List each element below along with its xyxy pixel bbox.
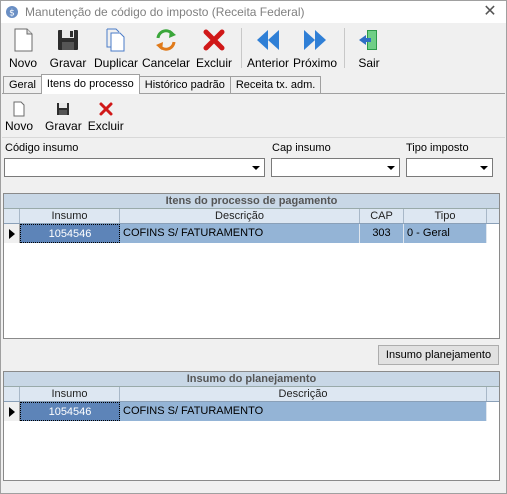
planejamento-grid-header: Insumo Descrição [4, 387, 499, 402]
sub-save-button[interactable]: Gravar [42, 98, 85, 138]
toolbar-separator [241, 28, 242, 68]
duplicate-button[interactable]: Duplicar [91, 25, 141, 71]
floppy-save-icon [57, 103, 70, 115]
codigo-insumo-select[interactable] [4, 158, 265, 177]
main-window: $ Manutenção de código do imposto (Recei… [0, 0, 507, 494]
tab-strip: Geral Itens do processo Histórico padrão… [3, 74, 322, 94]
cell-descricao[interactable]: COFINS S/ FATURAMENTO [120, 224, 360, 243]
planejamento-grid[interactable]: Insumo do planejamento Insumo Descrição … [3, 371, 500, 481]
tipo-imposto-select[interactable] [406, 158, 493, 177]
column-header-cap[interactable]: CAP [360, 209, 404, 223]
tipo-imposto-label: Tipo imposto [406, 142, 469, 154]
cell-descricao[interactable]: COFINS S/ FATURAMENTO [120, 402, 487, 421]
cell-tipo[interactable]: 0 - Geral [404, 224, 487, 243]
previous-button[interactable]: Anterior [246, 25, 290, 71]
app-icon: $ [6, 6, 18, 19]
new-document-icon [14, 28, 33, 52]
tab-panel-itens: Novo Gravar Excluir Código insumo Cap in… [2, 93, 505, 493]
cancel-button[interactable]: Cancelar [141, 25, 191, 71]
exit-button[interactable]: Sair [349, 25, 389, 71]
close-icon[interactable]: ✕ [482, 3, 498, 21]
title-bar: $ Manutenção de código do imposto (Recei… [1, 1, 506, 23]
row-indicator-icon [4, 224, 20, 243]
new-document-icon [13, 101, 25, 117]
chevron-down-icon[interactable] [384, 160, 398, 175]
table-row[interactable]: 1054546 COFINS S/ FATURAMENTO 303 0 - Ge… [4, 224, 499, 243]
column-header-insumo[interactable]: Insumo [20, 387, 120, 401]
tab-itens-do-processo[interactable]: Itens do processo [40, 74, 140, 94]
window-title: Manutenção de código do imposto (Receita… [25, 5, 305, 19]
itens-grid[interactable]: Itens do processo de pagamento Insumo De… [3, 193, 500, 339]
cap-insumo-select[interactable] [271, 158, 400, 177]
tab-receita-tx-adm[interactable]: Receita tx. adm. [229, 76, 322, 94]
duplicate-icon [106, 28, 125, 52]
table-row[interactable]: 1054546 COFINS S/ FATURAMENTO [4, 402, 499, 421]
divider [2, 137, 505, 138]
planejamento-grid-title: Insumo do planejamento [4, 372, 499, 387]
floppy-save-icon [58, 30, 78, 50]
double-right-arrow-icon [304, 30, 326, 50]
row-indicator-icon [4, 402, 20, 421]
insumo-planejamento-button[interactable]: Insumo planejamento [378, 345, 499, 365]
double-left-arrow-icon [257, 30, 279, 50]
next-button[interactable]: Próximo [290, 25, 340, 71]
toolbar-separator [344, 28, 345, 68]
cell-cap[interactable]: 303 [360, 224, 404, 243]
main-toolbar: Novo Gravar Duplicar Cancelar Excluir An… [1, 25, 506, 71]
exit-door-icon [359, 30, 377, 50]
itens-grid-header: Insumo Descrição CAP Tipo [4, 209, 499, 224]
sub-delete-button[interactable]: Excluir [85, 98, 127, 138]
column-header-insumo[interactable]: Insumo [20, 209, 120, 223]
chevron-down-icon[interactable] [249, 160, 263, 175]
cell-insumo[interactable]: 1054546 [20, 402, 120, 421]
sub-toolbar: Novo Gravar Excluir [2, 98, 127, 138]
cell-insumo[interactable]: 1054546 [20, 224, 120, 243]
chevron-down-icon[interactable] [477, 160, 491, 175]
cancel-arrows-icon [156, 29, 176, 51]
save-button[interactable]: Gravar [45, 25, 91, 71]
red-x-delete-icon [203, 29, 225, 51]
svg-text:$: $ [9, 9, 15, 19]
cap-insumo-label: Cap insumo [272, 142, 331, 154]
new-button[interactable]: Novo [1, 25, 45, 71]
sub-new-button[interactable]: Novo [2, 98, 36, 138]
column-header-descricao[interactable]: Descrição [120, 387, 487, 401]
red-x-delete-icon [99, 102, 113, 116]
delete-button[interactable]: Excluir [191, 25, 237, 71]
tab-geral[interactable]: Geral [3, 76, 42, 94]
codigo-insumo-label: Código insumo [5, 142, 79, 154]
column-header-descricao[interactable]: Descrição [120, 209, 360, 223]
column-header-tipo[interactable]: Tipo [404, 209, 487, 223]
itens-grid-title: Itens do processo de pagamento [4, 194, 499, 209]
tab-historico-padrao[interactable]: Histórico padrão [138, 76, 231, 94]
